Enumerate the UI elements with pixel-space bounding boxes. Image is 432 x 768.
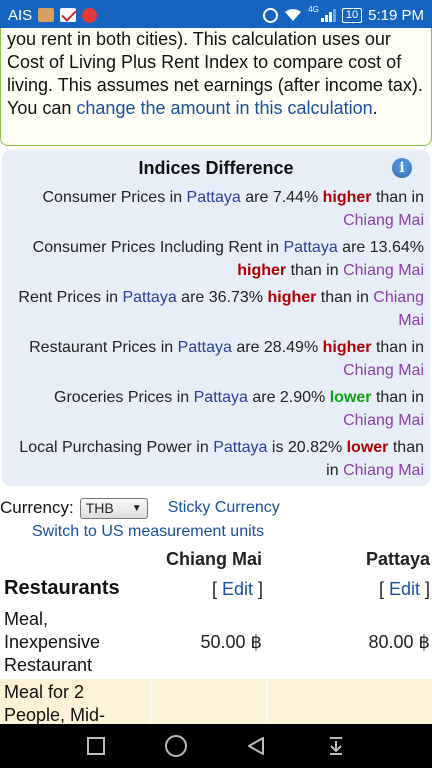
circle-icon	[165, 735, 187, 757]
intro-text-box: you rent in both cities). This calculati…	[0, 28, 432, 146]
photo-notification-icon	[38, 8, 55, 22]
status-bar: AIS 4G 10 5:19 PM	[0, 0, 432, 30]
column-header-chiang-mai: Chiang Mai	[166, 549, 263, 569]
table-header-row: Chiang Mai Pattaya	[0, 547, 432, 573]
item-name: Meal for 2 People, Mid-	[4, 682, 106, 725]
currency-row: Currency: THB ▼ Sticky Currency	[0, 496, 432, 520]
city-link-chiang-mai[interactable]: Chiang Mai	[343, 462, 424, 479]
currency-selected-value: THB	[85, 500, 114, 516]
section-header-restaurants: Restaurants [ Edit ] [ Edit ]	[0, 575, 432, 605]
bracket-close: ]	[419, 579, 430, 599]
price-chiang-mai: 50.00 ฿	[200, 632, 263, 652]
index-text: than in	[371, 189, 424, 206]
back-button[interactable]	[241, 731, 271, 761]
edit-link-pattaya[interactable]: Edit	[389, 579, 420, 599]
pull-down-icon	[330, 737, 342, 755]
dropdown-arrow-icon: ▼	[131, 502, 142, 514]
bracket-open: [	[378, 579, 389, 599]
index-text: than in	[371, 339, 424, 356]
city-link-pattaya[interactable]: Pattaya	[187, 189, 241, 206]
city-link-pattaya[interactable]: Pattaya	[213, 439, 267, 456]
index-value: are 2.90%	[247, 389, 330, 406]
index-row-local-purchasing-power: Local Purchasing Power in Pattaya is 20.…	[8, 436, 424, 482]
column-separator	[150, 679, 151, 725]
notifications-pull-button[interactable]	[321, 731, 351, 761]
city-link-pattaya[interactable]: Pattaya	[178, 339, 232, 356]
sticky-currency-link[interactable]: Sticky Currency	[168, 499, 280, 517]
city-link-chiang-mai[interactable]: Chiang Mai	[343, 212, 424, 229]
edit-pattaya: [ Edit ]	[379, 579, 430, 600]
index-text: Groceries Prices in	[54, 389, 194, 406]
item-name: Meal, Inexpensive Restaurant	[4, 609, 101, 675]
intro-text-end: .	[372, 98, 378, 118]
index-text: than in	[316, 289, 374, 306]
index-value: are 28.49%	[231, 339, 323, 356]
index-row-restaurant-prices: Restaurant Prices in Pattaya are 28.49% …	[8, 336, 424, 382]
navigation-bar	[0, 724, 432, 768]
index-direction: higher	[322, 189, 372, 206]
index-direction: higher	[237, 262, 287, 279]
city-link-chiang-mai[interactable]: Chiang Mai	[343, 412, 424, 429]
index-text: than in	[286, 262, 344, 279]
index-direction: higher	[267, 289, 317, 306]
clock: 5:19 PM	[368, 6, 424, 24]
indices-difference-box: Indices Difference i Consumer Prices in …	[2, 150, 430, 486]
index-text: than in	[371, 389, 424, 406]
gmail-notification-icon	[60, 8, 77, 22]
signal-icon	[320, 8, 336, 22]
carrier-label: AIS	[8, 6, 33, 24]
index-text: Restaurant Prices in	[29, 339, 178, 356]
city-link-chiang-mai[interactable]: Chiang Mai	[343, 262, 424, 279]
app-notification-icon	[82, 7, 98, 23]
column-header-pattaya: Pattaya	[365, 549, 430, 569]
column-separator	[266, 679, 267, 725]
status-right: 4G 10 5:19 PM	[263, 4, 424, 24]
change-amount-link[interactable]: change the amount in this calculation	[76, 98, 372, 118]
index-direction: higher	[322, 339, 372, 356]
switch-units-link[interactable]: Switch to US measurement units	[32, 521, 264, 543]
home-button[interactable]	[161, 731, 191, 761]
index-row-consumer-prices: Consumer Prices in Pattaya are 7.44% hig…	[8, 186, 424, 232]
edit-chiang-mai: [ Edit ]	[212, 579, 263, 600]
table-row: Meal, Inexpensive Restaurant 50.00 ฿ 80.…	[0, 606, 432, 678]
index-value: is 20.82%	[267, 439, 347, 456]
index-direction: lower	[329, 389, 372, 406]
status-left: AIS	[8, 6, 98, 24]
index-value: are 36.73%	[176, 289, 268, 306]
network-type-label: 4G	[308, 4, 319, 14]
index-text: Local Purchasing Power in	[19, 439, 214, 456]
bracket-close: ]	[253, 579, 264, 599]
index-row-groceries-prices: Groceries Prices in Pattaya are 2.90% lo…	[8, 386, 424, 432]
currency-label: Currency:	[0, 498, 74, 517]
recents-button[interactable]	[81, 731, 111, 761]
index-row-rent-prices: Rent Prices in Pattaya are 36.73% higher…	[8, 286, 424, 332]
city-link-chiang-mai[interactable]: Chiang Mai	[343, 362, 424, 379]
index-value: are 7.44%	[240, 189, 323, 206]
battery-icon: 10	[341, 7, 363, 23]
city-link-pattaya[interactable]: Pattaya	[122, 289, 176, 306]
wifi-icon	[285, 9, 302, 21]
index-text: Rent Prices in	[18, 289, 123, 306]
bracket-open: [	[212, 579, 223, 599]
alarm-icon	[263, 7, 279, 23]
price-pattaya: 80.00 ฿	[368, 632, 431, 652]
square-icon	[87, 737, 105, 755]
table-row: Meal for 2 People, Mid-	[0, 679, 432, 725]
index-text: Consumer Prices Including Rent in	[32, 239, 284, 256]
currency-select[interactable]: THB ▼	[79, 497, 148, 519]
triangle-back-icon	[248, 737, 264, 755]
section-title: Restaurants	[4, 577, 120, 599]
edit-link-chiang-mai[interactable]: Edit	[222, 579, 253, 599]
index-value: are 13.64%	[337, 239, 424, 256]
city-link-pattaya[interactable]: Pattaya	[283, 239, 337, 256]
city-link-pattaya[interactable]: Pattaya	[194, 389, 248, 406]
city-link-chiang-mai[interactable]: Chiang Mai	[373, 289, 424, 329]
info-icon[interactable]: i	[392, 158, 412, 178]
index-direction: lower	[346, 439, 389, 456]
index-text: Consumer Prices in	[42, 189, 187, 206]
index-row-consumer-prices-incl-rent: Consumer Prices Including Rent in Pattay…	[8, 236, 424, 282]
indices-title: Indices Difference	[138, 158, 294, 178]
